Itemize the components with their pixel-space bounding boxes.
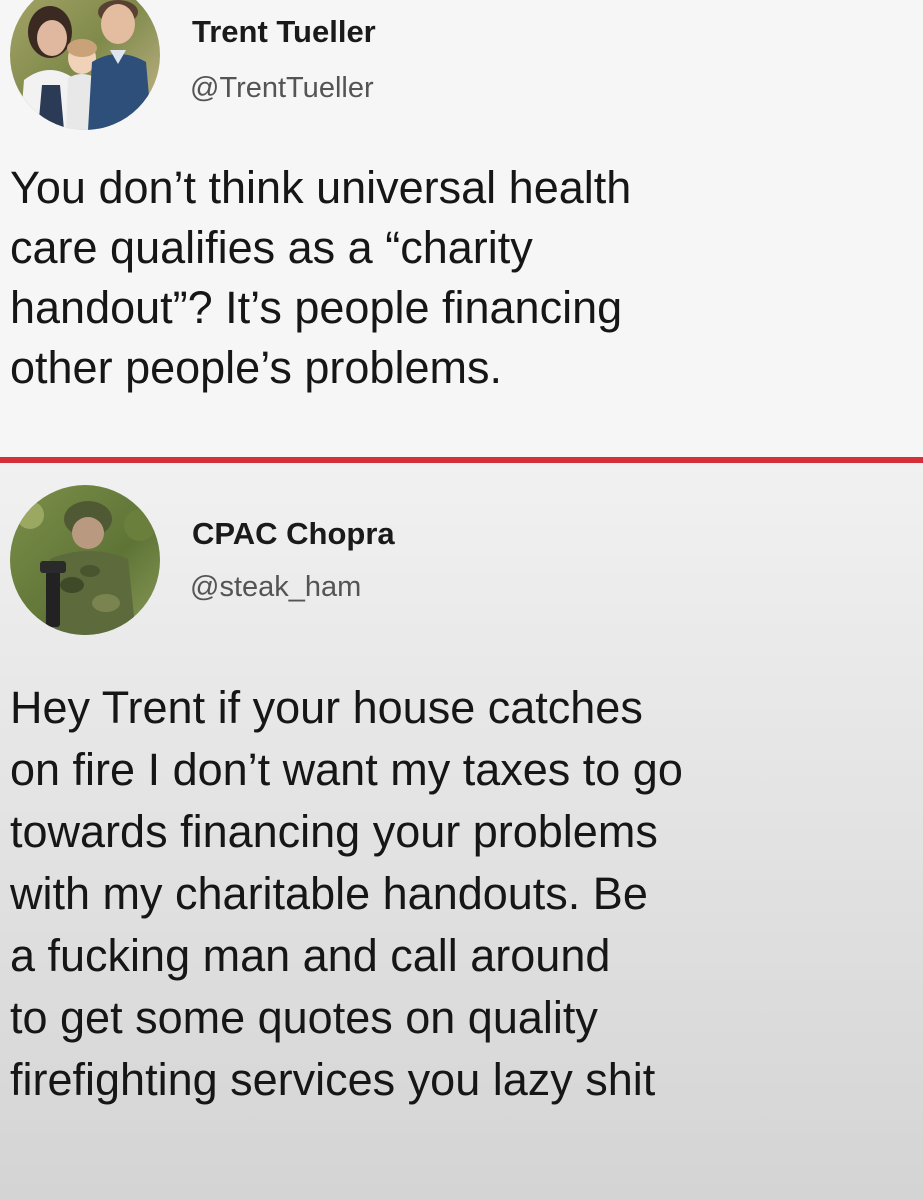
soldier-photo-avatar-icon <box>10 485 160 635</box>
author-display-name[interactable]: Trent Tueller <box>192 14 376 50</box>
tweet-text: Hey Trent if your house catches on fire … <box>10 677 915 1111</box>
tweet-card: CPAC Chopra @steak_ham Hey Trent if your… <box>0 463 923 1200</box>
family-photo-avatar-icon <box>10 0 160 130</box>
tweet-text-line: other people’s problems. <box>10 342 502 393</box>
tweet-text: You don’t think universal health care qu… <box>10 158 915 398</box>
avatar[interactable] <box>10 0 160 130</box>
author-handle[interactable]: @TrentTueller <box>190 72 374 105</box>
tweet-text-line: with my charitable handouts. Be <box>10 868 648 919</box>
tweet-text-line: handout”? It’s people financing <box>10 282 623 333</box>
tweet-text-line: care qualifies as a “charity <box>10 222 533 273</box>
author-display-name[interactable]: CPAC Chopra <box>192 516 395 552</box>
author-handle[interactable]: @steak_ham <box>190 571 361 604</box>
tweet-text-line: towards financing your problems <box>10 806 658 857</box>
tweet-text-line: firefighting services you lazy shit <box>10 1054 656 1105</box>
avatar[interactable] <box>10 485 160 635</box>
tweet-text-line: on fire I don’t want my taxes to go <box>10 744 683 795</box>
tweet-text-line: You don’t think universal health <box>10 162 632 213</box>
tweet-text-line: a fucking man and call around <box>10 930 611 981</box>
tweet-card: Trent Tueller @TrentTueller You don’t th… <box>0 0 923 458</box>
tweet-text-line: Hey Trent if your house catches <box>10 682 643 733</box>
tweet-text-line: to get some quotes on quality <box>10 992 598 1043</box>
